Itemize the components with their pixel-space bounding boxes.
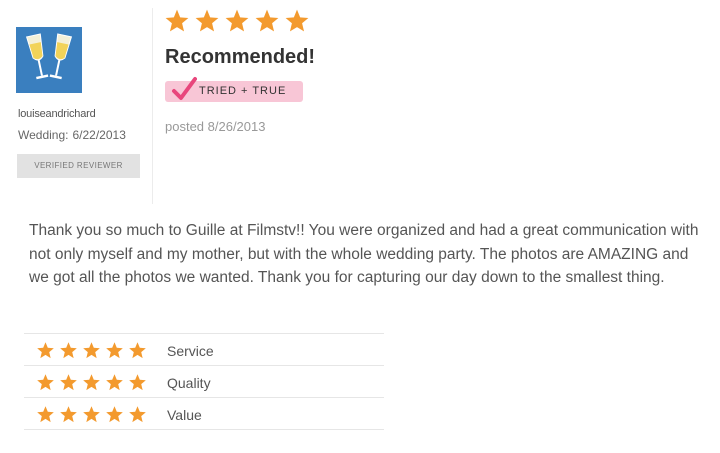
overall-rating-stars — [164, 8, 310, 34]
champagne-glasses-icon — [16, 27, 82, 93]
star-icon — [60, 374, 77, 391]
category-ratings: Service Quality Value — [24, 333, 384, 430]
reviewer-avatar[interactable] — [16, 27, 82, 93]
star-icon — [129, 406, 146, 423]
star-icon — [106, 406, 123, 423]
review-title: Recommended! — [165, 46, 316, 68]
star-icon — [255, 9, 279, 32]
rating-row-quality: Quality — [24, 365, 384, 397]
star-icon — [225, 9, 249, 32]
rating-label-service: Service — [167, 343, 214, 359]
star-icon — [165, 9, 189, 32]
quality-stars — [36, 373, 147, 392]
star-icon — [129, 342, 146, 359]
star-icon — [106, 342, 123, 359]
rating-label-value: Value — [167, 407, 202, 423]
checkmark-icon — [172, 77, 197, 100]
column-divider — [152, 8, 153, 204]
rating-row-service: Service — [24, 333, 384, 365]
review-body: Thank you so much to Guille at Filmstv!!… — [29, 222, 699, 286]
wedding-date: Wedding: 6/22/2013 — [18, 128, 126, 142]
star-icon — [60, 406, 77, 423]
rating-label-quality: Quality — [167, 375, 211, 391]
reviewer-username[interactable]: louiseandrichard — [18, 108, 96, 120]
star-icon — [106, 374, 123, 391]
star-icon — [37, 342, 54, 359]
star-icon — [285, 9, 309, 32]
rating-row-value: Value — [24, 397, 384, 430]
star-icon — [129, 374, 146, 391]
star-icon — [83, 374, 100, 391]
posted-date: posted 8/26/2013 — [165, 119, 266, 134]
service-stars — [36, 341, 147, 360]
star-icon — [60, 342, 77, 359]
star-icon — [83, 406, 100, 423]
star-icon — [83, 342, 100, 359]
verified-reviewer-badge: VERIFIED REVIEWER — [17, 154, 140, 178]
value-stars — [36, 405, 147, 424]
badge-label: TRIED + TRUE — [199, 85, 287, 97]
wedding-label: Wedding: — [18, 128, 69, 142]
wedding-date-value: 6/22/2013 — [72, 128, 126, 142]
tried-true-badge: TRIED + TRUE — [165, 77, 303, 102]
star-icon — [37, 406, 54, 423]
star-icon — [195, 9, 219, 32]
star-icon — [37, 374, 54, 391]
